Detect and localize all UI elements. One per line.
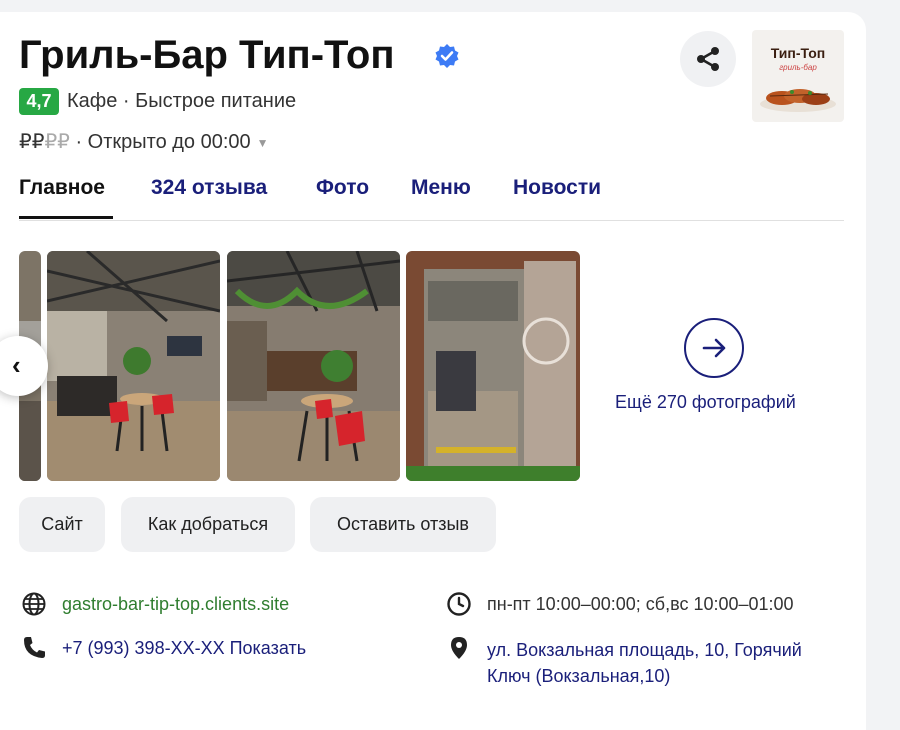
rating-badge: 4,7: [19, 88, 59, 115]
page-title: Гриль-Бар Тип-Топ: [19, 33, 395, 77]
tab-menu[interactable]: Меню: [411, 176, 471, 200]
tab-bar: Главное 324 отзыва Фото Меню Новости: [19, 172, 844, 221]
address-link[interactable]: ул. Вокзальная площадь, 10, Горячий Ключ…: [487, 637, 847, 689]
write-review-button[interactable]: Оставить отзыв: [310, 497, 496, 552]
tab-main[interactable]: Главное: [19, 176, 105, 200]
more-photos-link[interactable]: Ещё 270 фотографий: [615, 392, 796, 413]
price-level-inactive: ₽₽: [44, 131, 70, 153]
entrance-photo: [406, 251, 580, 481]
gallery-photo[interactable]: [406, 251, 580, 481]
website-link[interactable]: gastro-bar-tip-top.clients.site: [62, 591, 289, 617]
chevron-left-icon: ‹: [12, 350, 21, 380]
gallery-photo[interactable]: [47, 251, 220, 481]
logo-food-image: [760, 89, 836, 112]
globe-icon: [22, 592, 46, 616]
gallery-photo[interactable]: [227, 251, 400, 481]
interior-photo: [47, 251, 220, 481]
active-tab-indicator: [19, 216, 113, 219]
categories: Кафе · Быстрое питание: [67, 90, 297, 112]
open-status: · Открыто до 00:00: [75, 131, 251, 153]
directions-button[interactable]: Как добраться: [121, 497, 295, 552]
phone-icon: [24, 637, 45, 658]
share-icon: [697, 47, 719, 71]
arrow-right-icon: [702, 338, 726, 358]
opening-hours[interactable]: пн-пт 10:00–00:00; сб,вс 10:00–01:00: [487, 591, 794, 617]
clock-icon: [447, 592, 471, 616]
website-button[interactable]: Сайт: [19, 497, 105, 552]
share-button[interactable]: [680, 31, 736, 87]
price-level-active: ₽₽: [19, 131, 45, 153]
tab-reviews[interactable]: 324 отзыва: [151, 176, 267, 200]
interior-photo: [227, 251, 400, 481]
tab-news[interactable]: Новости: [513, 176, 601, 200]
price-status[interactable]: ₽₽₽₽ · Открыто до 00:00 ▼: [19, 129, 269, 154]
tab-photos[interactable]: Фото: [316, 176, 369, 200]
phone-number[interactable]: +7 (993) 398-XX-XX Показать: [62, 635, 306, 661]
more-photos-button[interactable]: [684, 318, 744, 378]
logo[interactable]: Тип-Топ гриль-бар: [752, 30, 844, 122]
chevron-down-icon: ▼: [256, 135, 269, 150]
verified-icon: [435, 44, 459, 68]
location-pin-icon: [451, 637, 467, 659]
